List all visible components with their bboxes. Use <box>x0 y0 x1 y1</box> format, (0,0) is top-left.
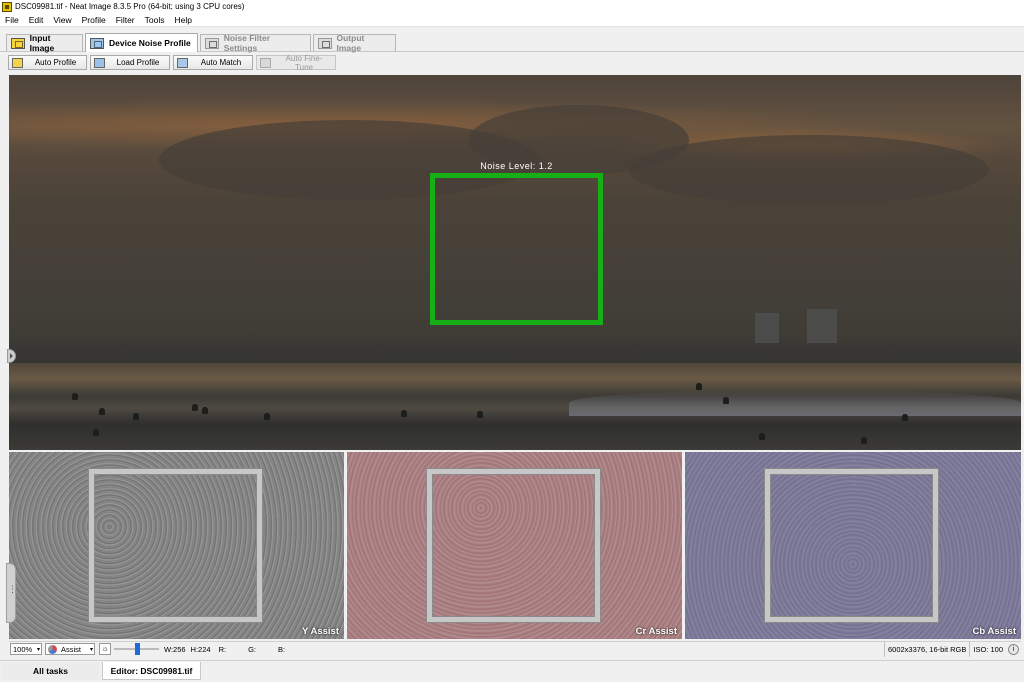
view-mode-select[interactable]: Assist ▾ <box>45 643 95 655</box>
cr-assist-label: Cr Assist <box>635 626 677 637</box>
load-profile-button[interactable]: Load Profile <box>90 55 170 70</box>
tab-device-noise-profile-label: Device Noise Profile <box>109 38 191 48</box>
app-icon <box>2 1 12 12</box>
noise-analysis-area[interactable] <box>430 173 603 325</box>
menu-tools[interactable]: Tools <box>140 15 170 25</box>
cb-assist-frame <box>765 469 938 622</box>
tab-output-image[interactable]: Output Image <box>313 33 396 53</box>
surfer <box>133 413 139 420</box>
surfer <box>264 413 270 420</box>
tab-input-image-label: Input Image <box>29 33 55 53</box>
pixel-b: B: <box>277 644 286 654</box>
building <box>755 313 779 343</box>
auto-profile-button[interactable]: Auto Profile <box>8 55 87 70</box>
output-image-icon <box>318 37 332 49</box>
brightness-slider[interactable] <box>114 643 159 655</box>
surfer <box>861 437 867 444</box>
menu-file[interactable]: File <box>0 15 24 25</box>
iso-info: ISO: 100 <box>969 641 1006 657</box>
surfer <box>477 411 483 418</box>
zoom-select[interactable]: 100% ▾ <box>10 643 42 655</box>
status-bar: 100% ▾ Assist ▾ ☼ W:256 H:224 R: G: B: 6… <box>9 641 1021 657</box>
brightness-icon[interactable]: ☼ <box>99 643 111 655</box>
y-assist-label: Y Assist <box>302 626 339 637</box>
surfer <box>72 393 78 400</box>
filter-settings-icon <box>205 37 219 49</box>
image-info: 6002x3376, 16-bit RGB <box>884 641 969 657</box>
surfer <box>696 383 702 390</box>
surfer <box>759 433 765 440</box>
building <box>807 309 837 343</box>
cr-assist-panel[interactable]: Cr Assist <box>347 452 682 639</box>
load-profile-label: Load Profile <box>116 58 160 67</box>
window-title: DSC09981.tif - Neat Image 8.3.5 Pro (64-… <box>15 2 245 11</box>
menu-help[interactable]: Help <box>169 15 196 25</box>
folder-icon <box>94 57 105 68</box>
surfer <box>192 404 198 411</box>
menu-bar: File Edit View Profile Filter Tools Help <box>0 13 1024 27</box>
tab-input-image[interactable]: Input Image <box>6 33 83 53</box>
workflow-tabs: Input Image Device Noise Profile Noise F… <box>0 32 1024 53</box>
skyline <box>9 333 1021 363</box>
zoom-value: 100% <box>13 644 33 654</box>
pixel-g: G: <box>248 644 256 654</box>
wave <box>569 390 1021 416</box>
side-panel-grip[interactable] <box>6 563 17 623</box>
color-channels-icon <box>48 644 57 654</box>
surfer <box>202 407 208 414</box>
tab-output-image-label: Output Image <box>336 33 365 53</box>
fine-tune-icon <box>260 57 271 68</box>
auto-fine-tune-label: Auto Fine-Tune <box>285 53 323 72</box>
menu-filter[interactable]: Filter <box>111 15 140 25</box>
tab-editor[interactable]: Editor: DSC09981.tif <box>102 662 201 680</box>
input-image-icon <box>11 37 25 49</box>
area-width: W:256 <box>164 644 186 654</box>
chevron-down-icon: ▾ <box>36 646 40 653</box>
tab-all-tasks[interactable]: All tasks <box>2 662 99 680</box>
surfer <box>902 414 908 421</box>
surfer <box>401 410 407 417</box>
auto-profile-label: Auto Profile <box>34 58 77 67</box>
surfer <box>93 429 99 436</box>
y-assist-frame <box>89 469 262 622</box>
noise-profile-icon <box>90 37 104 49</box>
menu-edit[interactable]: Edit <box>24 15 49 25</box>
noise-level-label: Noise Level: 1.2 <box>480 161 553 171</box>
auto-match-label: Auto Match <box>200 58 242 67</box>
view-mode-value: Assist <box>61 644 82 654</box>
auto-match-icon <box>177 57 188 68</box>
chevron-down-icon: ▾ <box>89 646 93 653</box>
title-bar: DSC09981.tif - Neat Image 8.3.5 Pro (64-… <box>0 0 1024 13</box>
area-height: H:224 <box>190 644 211 654</box>
cb-assist-label: Cb Assist <box>972 626 1016 637</box>
auto-match-button[interactable]: Auto Match <box>173 55 253 70</box>
tab-noise-filter-settings-label: Noise Filter Settings <box>223 33 271 53</box>
task-tabs: All tasks Editor: DSC09981.tif <box>0 660 1024 682</box>
auto-fine-tune-button[interactable]: Auto Fine-Tune <box>256 53 336 72</box>
cloud <box>629 135 989 205</box>
surfer <box>723 397 729 404</box>
menu-view[interactable]: View <box>48 15 76 25</box>
cr-assist-frame <box>427 469 600 622</box>
menu-profile[interactable]: Profile <box>77 15 111 25</box>
tab-device-noise-profile[interactable]: Device Noise Profile <box>85 33 198 52</box>
auto-profile-icon <box>12 57 23 68</box>
slider-thumb[interactable] <box>135 643 140 655</box>
info-icon[interactable]: i <box>1008 643 1019 655</box>
image-preview[interactable]: Noise Level: 1.2 <box>9 75 1021 450</box>
cb-assist-panel[interactable]: Cb Assist <box>685 452 1021 639</box>
pixel-r: R: <box>218 644 227 654</box>
y-assist-panel[interactable]: Y Assist <box>9 452 344 639</box>
tab-noise-filter-settings[interactable]: Noise Filter Settings <box>200 33 311 53</box>
profile-toolbar: Auto Profile Load Profile Auto Match Aut… <box>0 53 1024 73</box>
surfer <box>99 408 105 415</box>
